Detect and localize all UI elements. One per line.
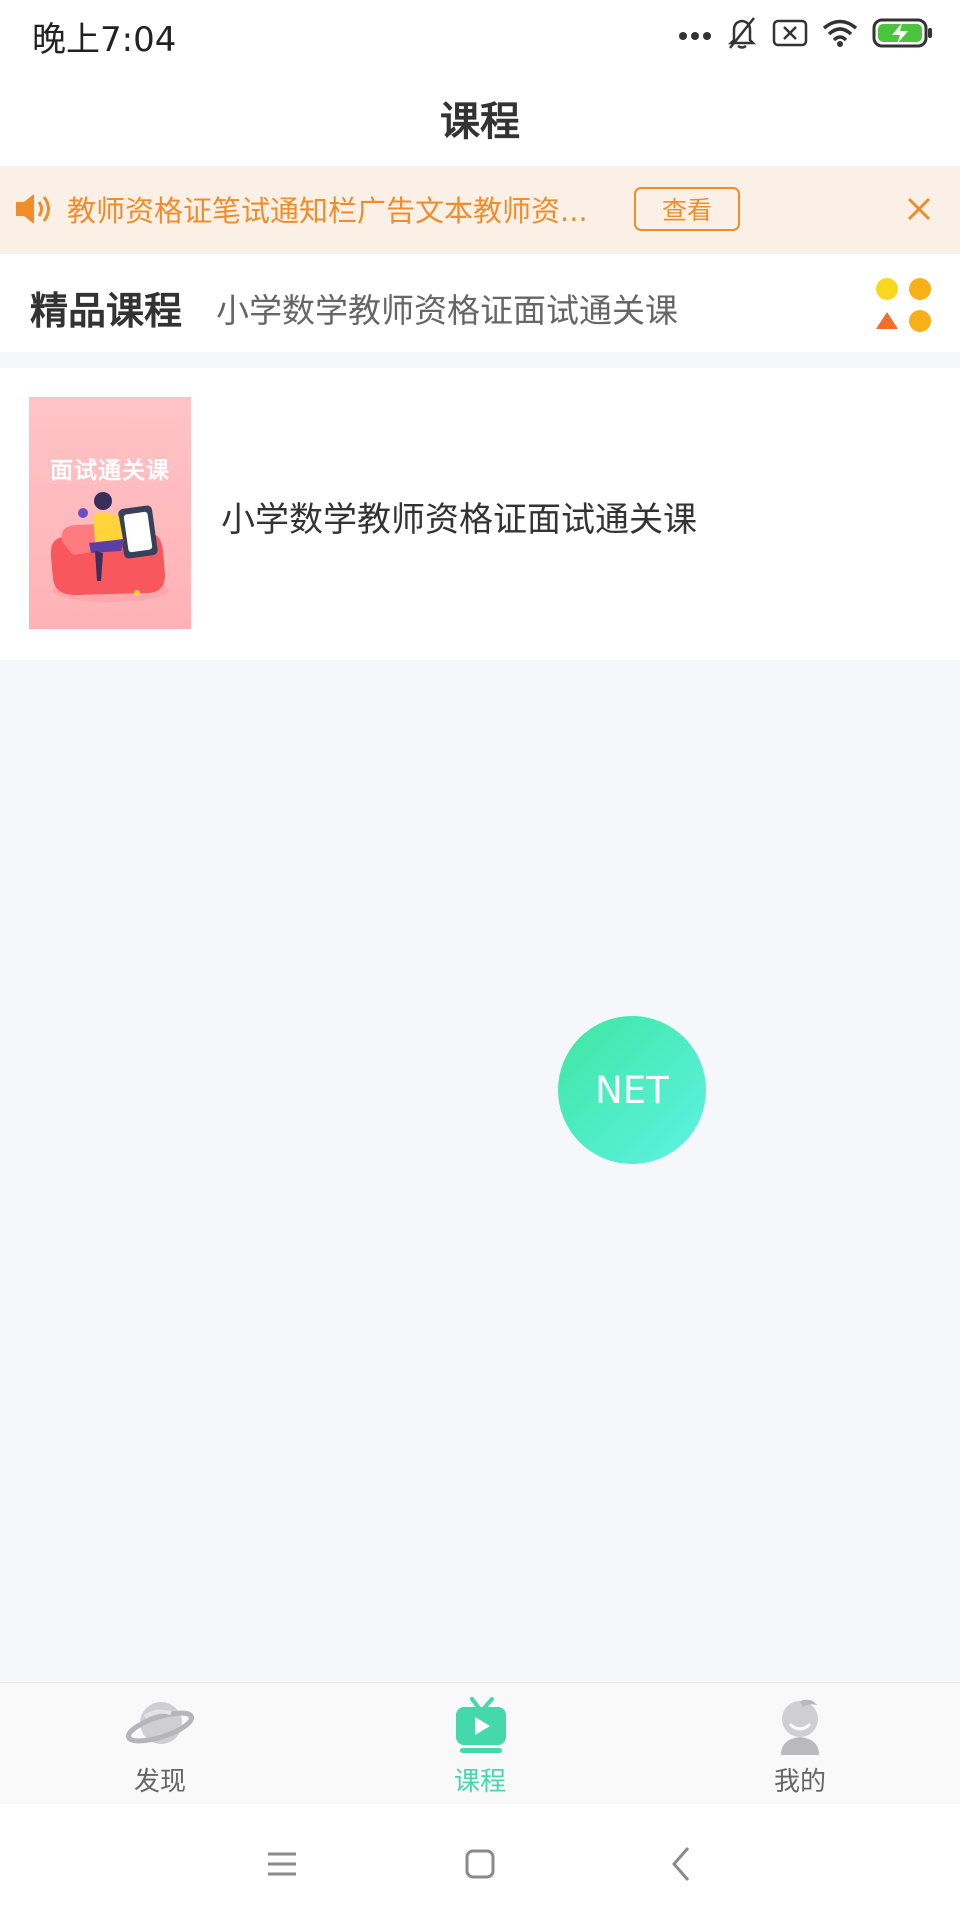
category-grid-icon[interactable] — [872, 274, 936, 338]
status-bar: 晚上7:04 — [0, 0, 960, 70]
tv-play-icon — [445, 1695, 515, 1757]
tab-mine[interactable]: 我的 — [640, 1683, 960, 1805]
notice-text: 教师资格证笔试通知栏广告文本教师资... — [67, 194, 587, 228]
page-title: 课程 — [440, 99, 520, 145]
net-floating-button[interactable]: NET — [558, 1016, 706, 1164]
tab-label: 课程 — [453, 1767, 506, 1797]
bottom-tab-bar: 发现 课程 我的 — [0, 1682, 960, 1805]
notice-bar: 教师资格证笔试通知栏广告文本教师资... 查看 — [0, 166, 960, 254]
status-icons — [678, 14, 934, 56]
featured-course-row[interactable]: 精品课程 小学数学教师资格证面试通关课 — [0, 254, 960, 352]
battery-charging-icon — [872, 18, 934, 52]
featured-label: 精品课程 — [30, 289, 183, 333]
planet-icon — [125, 1695, 195, 1757]
course-name: 小学数学教师资格证面试通关课 — [221, 500, 697, 540]
system-nav-bar — [0, 1804, 960, 1920]
tab-label: 发现 — [133, 1767, 186, 1797]
back-icon[interactable] — [658, 1840, 706, 1888]
menu-icon[interactable] — [258, 1840, 306, 1888]
sim-off-icon — [772, 18, 808, 52]
sofa-illustration-icon — [50, 492, 169, 602]
course-list-item[interactable]: 面试通关课 小学数学教师资格证面试通关课 — [0, 368, 960, 660]
title-bar: 课程 — [0, 70, 960, 166]
course-cover-image: 面试通关课 — [29, 397, 191, 629]
featured-course-title: 小学数学教师资格证面试通关课 — [216, 291, 678, 330]
speaker-icon — [14, 190, 54, 232]
tab-courses[interactable]: 课程 — [320, 1683, 640, 1805]
tab-label: 我的 — [773, 1767, 826, 1797]
user-icon — [765, 1695, 835, 1757]
more-dots-icon — [678, 26, 712, 45]
close-icon[interactable] — [904, 194, 934, 228]
status-time: 晚上7:04 — [32, 20, 177, 60]
home-icon[interactable] — [456, 1840, 504, 1888]
tab-discover[interactable]: 发现 — [0, 1683, 320, 1805]
bell-muted-icon — [726, 16, 758, 54]
notice-view-button[interactable]: 查看 — [634, 187, 740, 231]
wifi-icon — [822, 18, 858, 52]
